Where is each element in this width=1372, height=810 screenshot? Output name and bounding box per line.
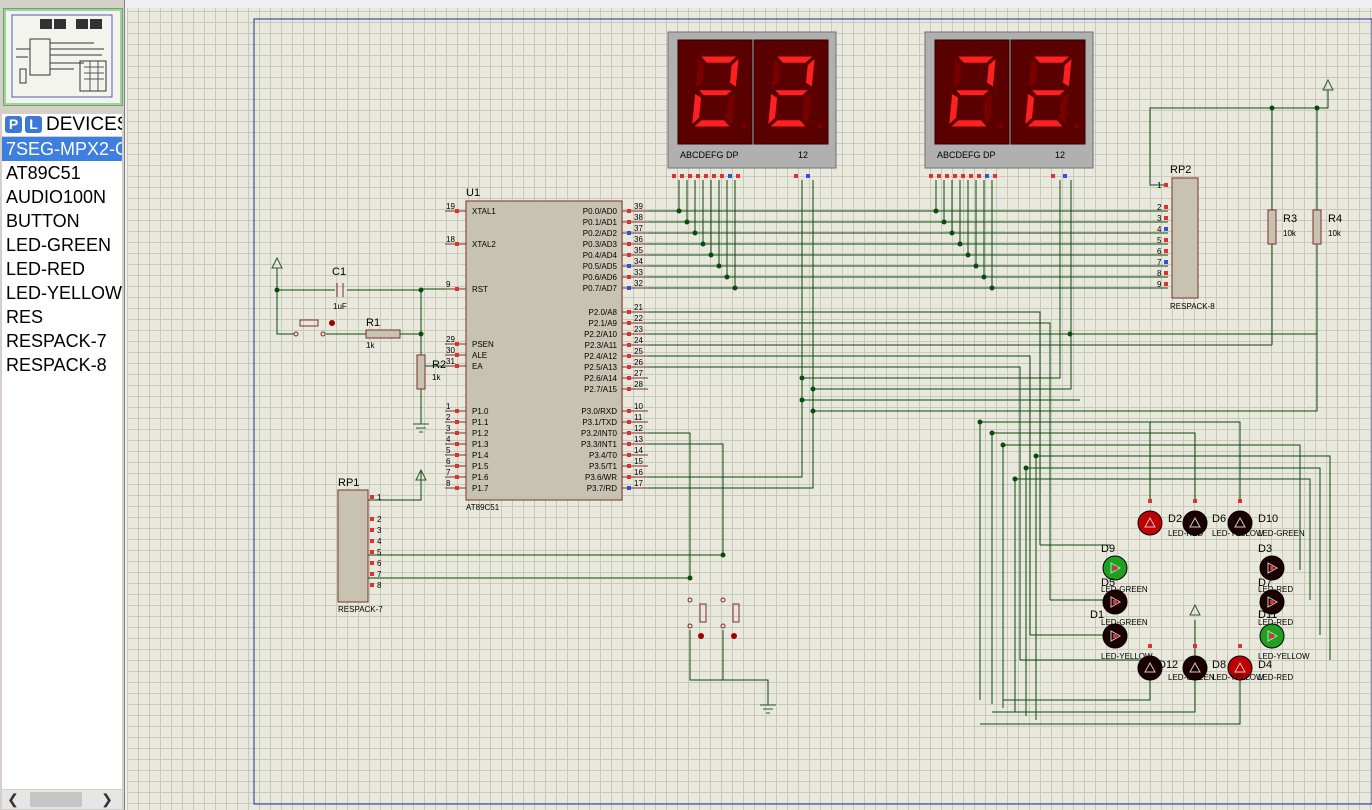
overview-preview xyxy=(11,14,113,98)
device-list-item[interactable]: RESPACK-7 xyxy=(2,329,122,353)
scroll-left-arrow-icon[interactable]: ❮ xyxy=(4,790,22,809)
pick-devices-button[interactable]: P xyxy=(5,116,22,133)
device-list-item[interactable]: BUTTON xyxy=(2,209,122,233)
device-list-item[interactable]: LED-GREEN xyxy=(2,233,122,257)
schematic-canvas[interactable] xyxy=(127,0,1372,810)
scroll-thumb[interactable] xyxy=(30,792,82,807)
canvas-top-edge xyxy=(127,0,1372,8)
device-list-item[interactable]: 7SEG-MPX2-CC xyxy=(2,137,122,161)
device-list[interactable]: 7SEG-MPX2-CCAT89C51AUDIO100NBUTTONLED-GR… xyxy=(2,137,122,789)
left-panel: P L DEVICES 7SEG-MPX2-CCAT89C51AUDIO100N… xyxy=(0,0,125,810)
device-list-item[interactable]: LED-RED xyxy=(2,257,122,281)
device-list-scrollbar[interactable]: ❮ ❯ xyxy=(2,790,122,809)
scroll-right-arrow-icon[interactable]: ❯ xyxy=(98,790,116,809)
device-list-item[interactable]: AUDIO100N xyxy=(2,185,122,209)
device-list-item[interactable]: RESPACK-8 xyxy=(2,353,122,377)
device-list-item[interactable]: LED-YELLOW xyxy=(2,281,122,305)
devices-title: DEVICES xyxy=(46,114,122,135)
library-manager-button[interactable]: L xyxy=(25,116,42,133)
device-list-item[interactable]: RES xyxy=(2,305,122,329)
devices-header: P L DEVICES xyxy=(2,114,122,136)
overview-window[interactable] xyxy=(3,8,123,106)
device-list-item[interactable]: AT89C51 xyxy=(2,161,122,185)
